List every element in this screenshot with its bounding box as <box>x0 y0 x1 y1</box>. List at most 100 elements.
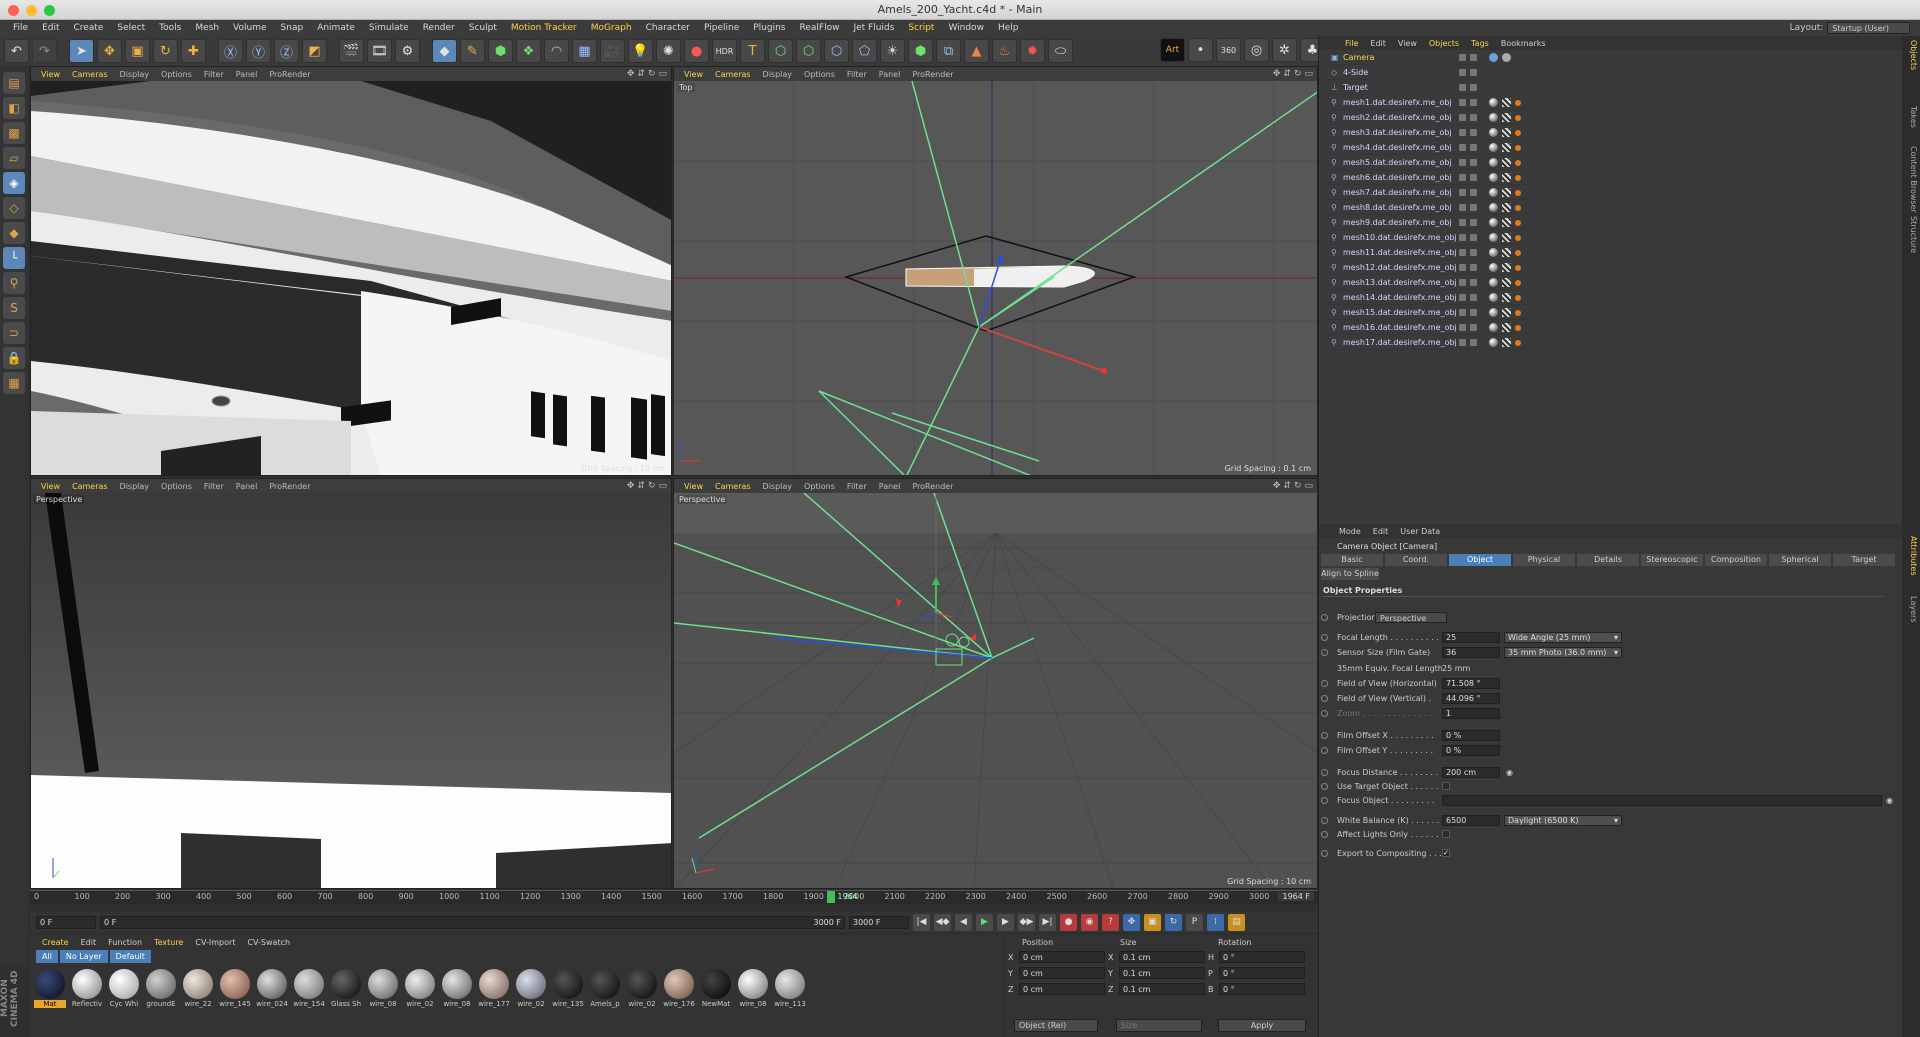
orbit-icon[interactable]: ↻ <box>648 69 656 79</box>
material-swatch[interactable]: wire_08 <box>737 969 769 1008</box>
menu-snap[interactable]: Snap <box>274 23 311 33</box>
render-visibility-dot[interactable] <box>1470 98 1477 106</box>
property-value-field[interactable]: 200 cm <box>1442 766 1500 778</box>
render-visibility-dot[interactable] <box>1470 263 1477 271</box>
phong-tag-icon[interactable] <box>1489 247 1498 257</box>
side-tab-layers[interactable]: Layers <box>1904 596 1918 622</box>
vp-menu-view[interactable]: View <box>678 482 709 491</box>
filter-default[interactable]: Default <box>109 950 151 963</box>
scale-key-icon[interactable]: ▣ <box>1144 913 1161 931</box>
viewport-bottom-right[interactable]: View Cameras Display Options Filter Pane… <box>673 478 1318 889</box>
book-icon[interactable]: ⧉ <box>936 39 961 63</box>
phong-tag-icon[interactable] <box>1489 97 1498 107</box>
editor-visibility-dot[interactable] <box>1459 323 1466 331</box>
material-swatch[interactable]: groundE <box>145 969 177 1008</box>
tab-coord[interactable]: Coord. <box>1385 554 1447 566</box>
visibility-flags[interactable] <box>1459 293 1477 301</box>
vp-menu-filter[interactable]: Filter <box>841 482 873 491</box>
maximize-icon[interactable]: ▭ <box>658 481 667 491</box>
object-row[interactable]: ⚲ mesh14.dat.desirefx.me_obj <box>1319 290 1902 305</box>
menu-create[interactable]: Create <box>67 23 111 33</box>
model-mode-icon[interactable]: ◧ <box>3 97 25 119</box>
menu-mesh[interactable]: Mesh <box>188 23 226 33</box>
redo-icon[interactable]: ↷ <box>32 39 57 63</box>
visibility-flags[interactable] <box>1459 263 1477 271</box>
property-value-field[interactable]: 44.096 ° <box>1442 692 1500 704</box>
lock-icon[interactable]: 🔒 <box>3 347 25 369</box>
viewport-bottom-left[interactable]: View Cameras Display Options Filter Pane… <box>30 478 672 889</box>
property-value-field[interactable]: 36 <box>1442 646 1500 658</box>
axis-mode-icon[interactable]: └ <box>3 247 25 269</box>
phong-tag-icon[interactable] <box>1489 217 1498 227</box>
menu-character[interactable]: Character <box>639 23 697 33</box>
material-swatch[interactable]: wire_02 <box>404 969 436 1008</box>
material-swatch[interactable]: Mat <box>34 969 66 1008</box>
point-key-icon[interactable]: ⁞ <box>1207 913 1224 931</box>
coord-size-field[interactable]: 0.1 cm <box>1119 967 1205 979</box>
texture-tag-icon[interactable] <box>1502 247 1511 257</box>
visibility-flags[interactable] <box>1459 233 1477 241</box>
maximize-icon[interactable]: ▭ <box>1304 481 1313 491</box>
material-tag-icon[interactable] <box>1515 144 1521 151</box>
coord-rot-field[interactable]: 0 ° <box>1219 983 1305 995</box>
object-row[interactable]: ⚲ mesh6.dat.desirefx.me_obj <box>1319 170 1902 185</box>
disc-icon[interactable]: ⬭ <box>1048 39 1073 63</box>
floor-icon[interactable]: ▦ <box>572 39 597 63</box>
timeline-ruler[interactable]: 1964 F 0 100 200 300 400 500 600 700 800 900 1000 1… <box>30 890 1318 904</box>
editor-visibility-dot[interactable] <box>1459 293 1466 301</box>
material-menu-function[interactable]: Function <box>102 938 148 947</box>
light-icon[interactable]: 💡 <box>628 39 653 63</box>
property-anim-icon[interactable] <box>1321 768 1328 776</box>
maximize-icon[interactable]: ▭ <box>1304 69 1313 79</box>
vp-menu-display[interactable]: Display <box>114 482 156 491</box>
render-visibility-dot[interactable] <box>1470 143 1477 151</box>
editor-visibility-dot[interactable] <box>1459 188 1466 196</box>
object-row[interactable]: ⚲ mesh17.dat.desirefx.me_obj <box>1319 335 1902 350</box>
texture-tag-icon[interactable] <box>1502 277 1511 287</box>
phong-tag-icon[interactable] <box>1489 262 1498 272</box>
vp-menu-display[interactable]: Display <box>757 70 799 79</box>
object-row[interactable]: ⚲ mesh13.dat.desirefx.me_obj <box>1319 275 1902 290</box>
material-swatch[interactable]: Cyc Whi <box>108 969 140 1008</box>
x-axis-icon[interactable]: Ⓧ <box>218 39 243 63</box>
material-menu-create[interactable]: Create <box>36 938 75 947</box>
protection-tag-icon[interactable] <box>1502 52 1511 62</box>
property-value-field[interactable]: 25 <box>1442 631 1500 643</box>
undo-icon[interactable]: ↶ <box>4 39 29 63</box>
property-anim-icon[interactable] <box>1321 731 1328 739</box>
layout-dropdown[interactable]: Startup (User) <box>1827 22 1910 34</box>
vp-menu-panel[interactable]: Panel <box>873 70 907 79</box>
vp-menu-cameras[interactable]: Cameras <box>709 482 757 491</box>
render-settings-icon[interactable]: ⚙ <box>395 39 420 63</box>
material-tag-icon[interactable] <box>1515 309 1521 316</box>
visibility-flags[interactable] <box>1459 308 1477 316</box>
size-mode-dropdown[interactable]: Size <box>1116 1019 1202 1032</box>
material-tag-icon[interactable] <box>1515 159 1521 166</box>
texture-tag-icon[interactable] <box>1502 337 1511 347</box>
menu-plugins[interactable]: Plugins <box>746 23 792 33</box>
menu-volume[interactable]: Volume <box>226 23 273 33</box>
material-tag-icon[interactable] <box>1515 324 1521 331</box>
object-menu-edit[interactable]: Edit <box>1364 39 1392 48</box>
texture-tag-icon[interactable] <box>1502 157 1511 167</box>
editor-visibility-dot[interactable] <box>1459 98 1466 106</box>
zoom-window-button[interactable] <box>44 5 55 16</box>
menu-sculpt[interactable]: Sculpt <box>462 23 504 33</box>
xpresso-icon[interactable]: ⬡ <box>796 39 821 63</box>
coord-pos-field[interactable]: 0 cm <box>1019 967 1105 979</box>
property-value-field[interactable]: 0 % <box>1442 729 1500 741</box>
material-swatch[interactable]: wire_113 <box>774 969 806 1008</box>
visibility-flags[interactable] <box>1459 278 1477 286</box>
phong-tag-icon[interactable] <box>1489 172 1498 182</box>
render-visibility-dot[interactable] <box>1470 308 1477 316</box>
texture-tag-icon[interactable] <box>1502 217 1511 227</box>
material-tag-icon[interactable] <box>1515 114 1521 121</box>
close-window-button[interactable] <box>8 5 19 16</box>
object-row[interactable]: ⚲ mesh16.dat.desirefx.me_obj <box>1319 320 1902 335</box>
property-checkbox[interactable] <box>1442 830 1450 838</box>
dolly-icon[interactable]: ⇵ <box>637 481 645 491</box>
property-preset-dropdown[interactable]: Daylight (6500 K) <box>1504 814 1622 826</box>
material-menu-cv-swatch[interactable]: CV-Swatch <box>241 938 296 947</box>
object-row[interactable]: ◇ 4-Side <box>1319 65 1902 80</box>
dot-icon[interactable]: • <box>1188 38 1213 62</box>
